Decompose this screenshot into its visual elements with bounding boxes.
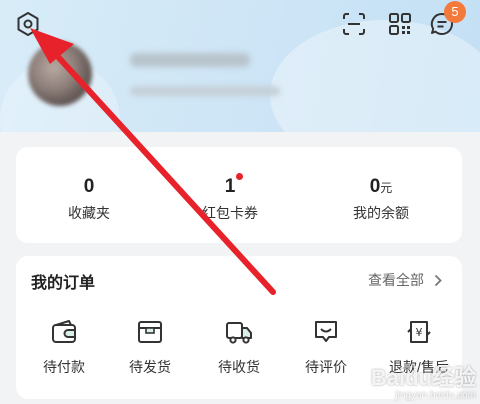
balance-unit: 元 (380, 181, 393, 195)
order-pending-shipment-label: 待发货 (129, 359, 171, 375)
baidu-watermark: Baidu经验 jingyan.baidu.com (336, 360, 476, 402)
package-icon (138, 321, 162, 343)
favorites-stat[interactable]: 0 收藏夹 (29, 147, 149, 243)
favorites-label: 收藏夹 (68, 205, 110, 221)
order-pending-payment[interactable]: 待付款 (34, 318, 94, 377)
message-badge: 5 (444, 1, 466, 23)
coupons-label: 红包卡券 (202, 205, 258, 221)
coupons-stat[interactable]: 1 红包卡券 (170, 147, 290, 243)
chevron-right-icon (434, 274, 442, 286)
qr-code-icon (389, 13, 411, 35)
balance-label: 我的余额 (353, 205, 409, 221)
user-subtitle-blurred (130, 86, 280, 96)
watermark-url: jingyan.baidu.com (395, 390, 476, 401)
order-pending-receipt[interactable]: 待收货 (209, 318, 269, 377)
avatar[interactable] (28, 42, 92, 106)
qr-code-button[interactable] (384, 8, 416, 40)
order-pending-shipment[interactable]: 待发货 (120, 318, 180, 377)
watermark-brand: Baidu经验 (370, 365, 476, 390)
coupons-count: 1 (225, 173, 244, 199)
scan-icon (343, 13, 365, 35)
favorites-count: 0 (83, 176, 95, 197)
new-indicator-dot (236, 173, 244, 180)
truck-icon (226, 322, 252, 344)
wallet-icon (52, 320, 76, 343)
svg-text:¥: ¥ (416, 326, 423, 339)
scan-button[interactable] (338, 8, 370, 40)
balance-stat[interactable]: 0元 我的余额 (321, 147, 441, 243)
refund-icon: ¥ (407, 321, 431, 343)
order-pending-payment-label: 待付款 (43, 359, 85, 375)
balance-amount: 0元 (369, 176, 393, 197)
order-pending-receipt-label: 待收货 (218, 359, 260, 375)
stats-card: 0 收藏夹 1 红包卡券 0元 我的余额 (16, 147, 462, 243)
user-name-blurred[interactable] (130, 53, 250, 67)
view-all-label: 查看全部 (368, 272, 424, 288)
settings-hexagon-icon (17, 12, 39, 36)
settings-button[interactable] (12, 8, 44, 40)
comment-icon (315, 321, 337, 342)
view-all-orders-link[interactable]: 查看全部 (368, 270, 442, 290)
orders-title: 我的订单 (31, 275, 96, 292)
